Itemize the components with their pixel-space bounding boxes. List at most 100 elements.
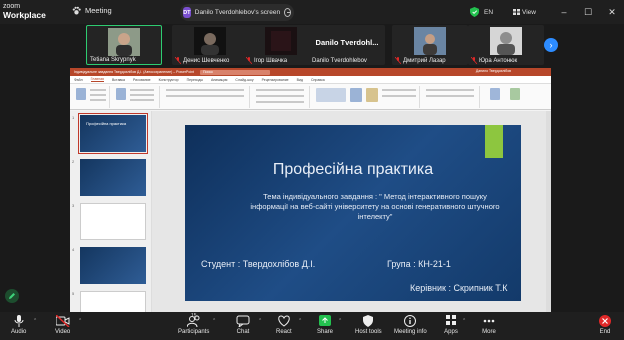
chat-icon	[236, 315, 250, 327]
new-slide-icon	[116, 88, 126, 100]
ppt-tab: Главная	[90, 77, 104, 82]
meeting-label[interactable]: Meeting	[72, 6, 112, 15]
slide-thumbnail[interactable]	[80, 247, 146, 284]
slide-supervisor: Керівник : Скрипник Т.К	[410, 283, 508, 293]
participant-name: Ігор Швачка	[254, 57, 288, 64]
muted-mic-icon	[395, 57, 401, 64]
share-screen-icon	[319, 315, 331, 326]
participant-tile[interactable]: Денис Шевченко	[172, 25, 248, 65]
dictate-icon	[490, 88, 500, 100]
participant-tile[interactable]: Danilo Tverdohl... Danilo Tverdohlebov	[309, 25, 385, 65]
shapes-icon	[316, 88, 346, 102]
view-grid-icon	[513, 9, 521, 15]
participant-video	[414, 27, 446, 55]
ppt-ribbon	[70, 84, 551, 110]
video-off-icon	[55, 315, 70, 327]
apps-options-chevron-icon[interactable]: ⌃	[462, 318, 466, 324]
participant-tile[interactable]: Юра Антонюк	[468, 25, 544, 65]
ppt-ribbon-tabs: Файл Главная Вставка Рисование Конструкт…	[70, 76, 551, 84]
meeting-info-button[interactable]: Meeting info	[394, 315, 427, 335]
title-bar: zoom Workplace Meeting DT Danilo Tverdoh…	[0, 0, 624, 24]
participants-label: Participants	[178, 329, 210, 335]
participant-video	[490, 27, 522, 55]
annotate-pencil-icon[interactable]	[5, 289, 19, 303]
participants-count: 15	[191, 313, 197, 319]
participants-options-chevron-icon[interactable]: ⌃	[212, 318, 216, 324]
meeting-text: Meeting	[85, 6, 112, 15]
close-button[interactable]: ✕	[600, 0, 624, 24]
participant-name: Дмитрий Лазар	[403, 57, 446, 64]
audio-options-chevron-icon[interactable]: ⌃	[33, 318, 37, 324]
muted-mic-icon	[246, 57, 252, 64]
chat-label: Chat	[236, 329, 250, 335]
share-indicator-text: Danilo Tverdohlebov's screen	[194, 9, 281, 16]
sharer-avatar: DT	[183, 7, 191, 18]
slide-subtitle: Тема індивідуального завдання : " Метод …	[250, 192, 500, 221]
ppt-tab: Слайд-шоу	[235, 77, 254, 82]
view-button[interactable]: View	[513, 9, 536, 16]
chat-button[interactable]: Chat	[236, 315, 250, 335]
slide-canvas: Професійна практика Тема індивідуального…	[152, 111, 551, 313]
more-button[interactable]: More	[482, 315, 496, 335]
screen-share-indicator[interactable]: DT Danilo Tverdohlebov's screen	[180, 4, 294, 21]
slide-title: Професійна практика	[272, 161, 434, 178]
thumb-number: 2	[72, 159, 75, 164]
language-button[interactable]: EN	[484, 9, 493, 16]
shared-screen: Індивідуальне завдання Твердохлібов Д.І.…	[70, 68, 551, 313]
ppt-tab: Рецензирование	[261, 77, 289, 82]
view-label: View	[522, 8, 536, 16]
muted-mic-icon	[471, 57, 477, 64]
slide-student: Студент : Твердохлібов Д.І.	[201, 259, 316, 269]
slide-group: Група : КН-21-1	[387, 259, 451, 269]
end-button[interactable]: End	[598, 315, 612, 335]
host-tools-label: Host tools	[355, 329, 382, 335]
react-options-chevron-icon[interactable]: ⌃	[298, 318, 302, 324]
muted-mic-icon	[175, 57, 181, 64]
participants-button[interactable]: 15 Participants	[178, 313, 210, 335]
shield-icon[interactable]	[469, 7, 479, 17]
ppt-tab: Конструктор	[158, 77, 179, 82]
slide-thumbnail[interactable]	[80, 203, 146, 240]
share-options-chevron-icon[interactable]: ⌃	[338, 318, 342, 324]
ppt-tab: Файл	[74, 77, 83, 82]
slide-thumbnail[interactable]	[80, 159, 146, 196]
ppt-scrollbar[interactable]	[546, 111, 551, 313]
ppt-user-name: Данило Твердохлібов	[475, 69, 511, 73]
share-options-icon[interactable]	[284, 8, 291, 17]
react-button[interactable]: React	[276, 315, 292, 335]
ppt-tab: Анимация	[210, 77, 228, 82]
chat-options-chevron-icon[interactable]: ⌃	[258, 318, 262, 324]
paw-icon	[72, 6, 81, 15]
paste-icon	[76, 88, 86, 100]
slide-accent	[485, 125, 503, 158]
ppt-tab: Переходы	[186, 77, 203, 82]
more-label: More	[482, 329, 496, 335]
thumb-number: 3	[72, 203, 75, 208]
apps-icon	[446, 315, 456, 325]
next-page-chevron-icon[interactable]: ›	[544, 38, 558, 52]
quick-styles-icon	[366, 88, 378, 102]
slide-thumbnail[interactable]: Професійна практика	[78, 113, 148, 154]
video-button[interactable]: Video	[55, 315, 70, 335]
meeting-toolbar: Audio ⌃ Video ⌃ 15 Participants ⌃ Chat ⌃…	[0, 312, 624, 340]
video-options-chevron-icon[interactable]: ⌃	[78, 318, 82, 324]
react-label: React	[276, 329, 292, 335]
microphone-icon	[14, 315, 24, 327]
minimize-button[interactable]: –	[552, 0, 576, 24]
host-tools-button[interactable]: Host tools	[355, 315, 382, 335]
logo-line2: Workplace	[3, 10, 46, 20]
heart-icon	[278, 315, 290, 327]
participant-tile[interactable]: Ігор Швачка	[243, 25, 319, 65]
more-icon	[483, 319, 495, 323]
participant-tile[interactable]: Дмитрий Лазар	[392, 25, 468, 65]
participant-tile[interactable]: Tetiana Skrypnyk	[86, 25, 162, 65]
ppt-search-box: Поиск	[200, 69, 271, 75]
participant-video	[108, 28, 140, 56]
slide-thumbnail[interactable]	[80, 291, 146, 313]
maximize-button[interactable]: ☐	[576, 0, 600, 24]
share-button[interactable]: Share	[317, 315, 333, 335]
audio-button[interactable]: Audio	[11, 315, 26, 335]
zoom-logo: zoom Workplace	[3, 2, 46, 20]
apps-button[interactable]: Apps	[444, 315, 458, 335]
participant-video	[194, 27, 226, 55]
